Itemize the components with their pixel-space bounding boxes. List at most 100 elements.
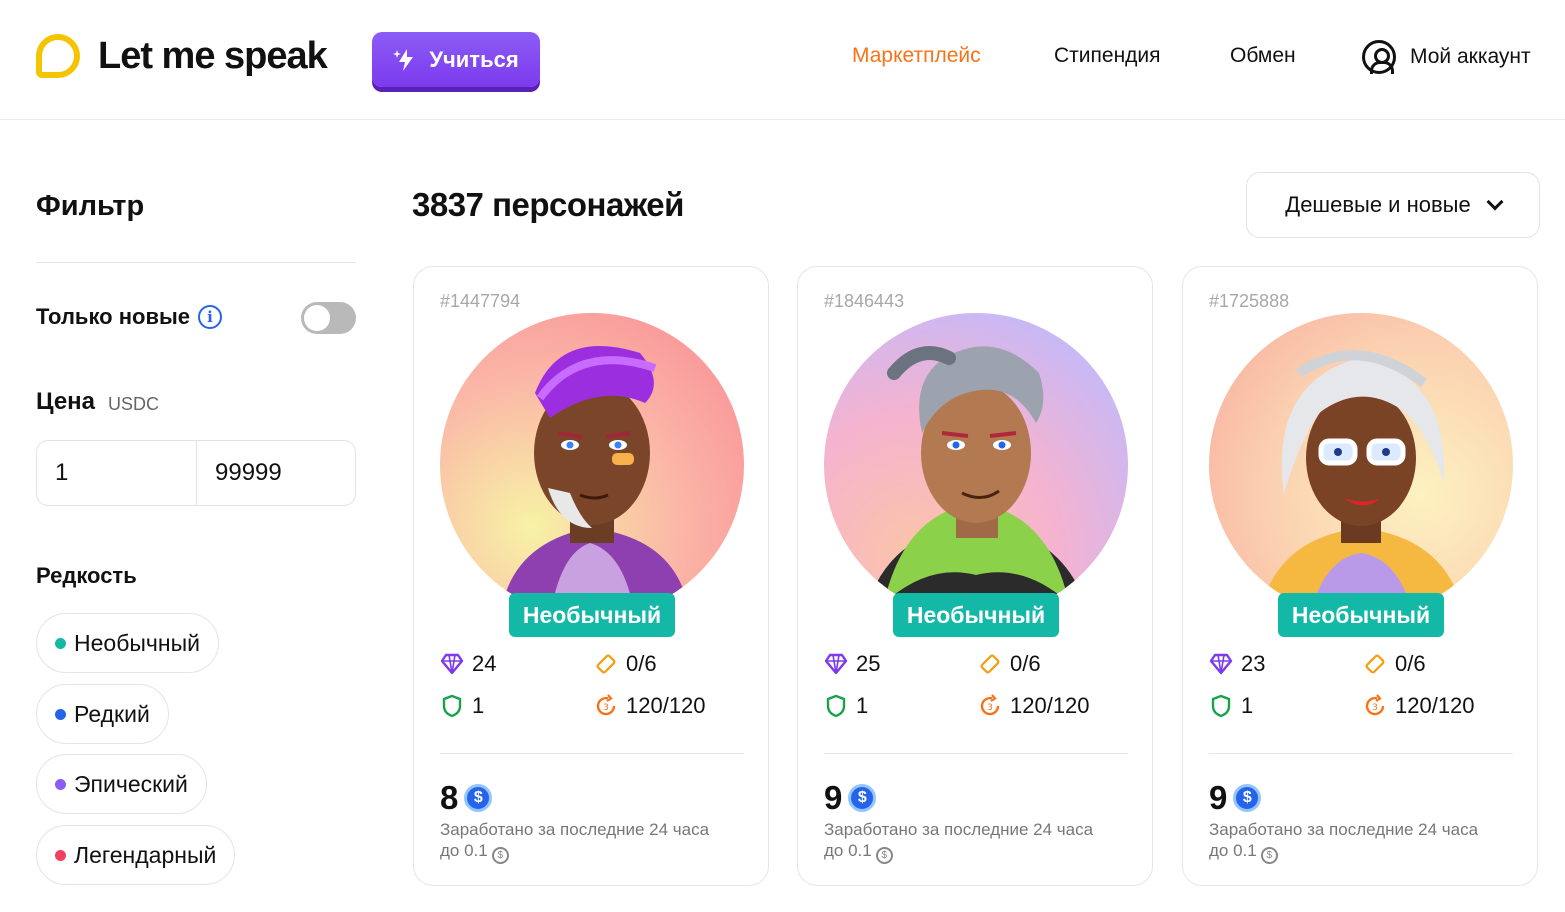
account-menu[interactable]: Мой аккаунт: [1362, 40, 1531, 74]
logo[interactable]: Let me speak: [36, 34, 328, 78]
rarity-label: Редкость: [36, 563, 137, 588]
top-header: Let me speak Учиться Маркетплейс Стипенд…: [0, 0, 1565, 120]
price-label: Цена: [36, 388, 96, 415]
energy-refresh-icon: 3: [596, 694, 616, 716]
gems-value: 24: [472, 651, 497, 676]
logo-text: Let me speak: [98, 34, 328, 77]
svg-text:3: 3: [987, 703, 993, 713]
earned-info: Заработано за последние 24 часа до 0.1 $: [824, 819, 1134, 864]
gem-icon: [440, 653, 464, 675]
learn-button[interactable]: Учиться: [372, 32, 540, 87]
rarity-dot: [55, 708, 66, 720]
energy-stat: 3 120/120: [1363, 693, 1475, 719]
character-card[interactable]: #1447794 Необычный 24 0/6 1 3 120/120 8 …: [413, 266, 769, 886]
price-row: 9 $: [824, 779, 877, 817]
price-value: 8: [440, 779, 459, 816]
gems-stat: 24: [440, 651, 496, 677]
earned-amount: до 0.1: [824, 841, 872, 860]
ticket-icon: [1365, 654, 1385, 674]
earned-amount: до 0.1: [1209, 841, 1257, 860]
results-count-title: 3837 персонажей: [412, 186, 684, 223]
tickets-stat: 0/6: [978, 651, 1041, 677]
rarity-chip-uncommon[interactable]: Необычный: [36, 613, 219, 673]
divider: [36, 262, 356, 263]
character-card[interactable]: #1725888 Необычный 23 0/6 1 3 120/120 9 …: [1182, 266, 1538, 886]
coin-icon: $: [1260, 847, 1278, 864]
only-new-toggle[interactable]: [301, 302, 356, 334]
usdc-coin-icon: $: [1233, 784, 1262, 812]
character-id: #1447794: [440, 291, 521, 311]
only-new-row: Только новые i: [36, 304, 222, 330]
energy-value: 120/120: [1395, 693, 1475, 718]
shields-stat: 1: [1209, 693, 1253, 719]
rarity-badge: Необычный: [893, 593, 1059, 637]
divider: [1209, 753, 1513, 754]
divider: [440, 753, 744, 754]
shields-value: 1: [1241, 693, 1254, 718]
price-unit: USDC: [108, 394, 160, 414]
price-row: 9 $: [1209, 779, 1262, 817]
chevron-down-icon: [1486, 193, 1504, 211]
tickets-value: 0/6: [1395, 651, 1426, 676]
ticket-icon: [596, 654, 616, 674]
price-row: 8 $: [440, 779, 493, 817]
energy-value: 120/120: [1010, 693, 1090, 718]
gem-icon: [1209, 653, 1233, 675]
earned-line: Заработано за последние 24 часа: [1209, 820, 1479, 839]
svg-text:3: 3: [603, 703, 609, 713]
price-value: 9: [1209, 779, 1228, 816]
rarity-dot: [55, 778, 66, 790]
rarity-dot: [55, 849, 66, 861]
price-min-input[interactable]: [37, 441, 196, 505]
character-avatar: [440, 313, 744, 617]
energy-refresh-icon: 3: [1365, 694, 1385, 716]
nav-scholarship[interactable]: Стипендия: [1054, 44, 1161, 68]
shield-icon: [442, 694, 462, 718]
shield-icon: [1211, 694, 1231, 718]
learn-button-label: Учиться: [429, 46, 519, 72]
earned-amount: до 0.1: [440, 841, 488, 860]
sort-dropdown[interactable]: Дешевые и новые: [1246, 172, 1540, 238]
filter-title: Фильтр: [36, 190, 145, 222]
rarity-chip-label: Эпический: [74, 770, 188, 797]
rarity-chip-label: Редкий: [74, 700, 150, 727]
energy-stat: 3 120/120: [978, 693, 1090, 719]
energy-refresh-icon: 3: [980, 694, 1000, 716]
rarity-chip-rare[interactable]: Редкий: [36, 684, 169, 744]
character-avatar: [824, 313, 1128, 617]
tickets-stat: 0/6: [594, 651, 657, 677]
rarity-badge: Необычный: [509, 593, 675, 637]
character-id: #1725888: [1209, 291, 1290, 311]
divider: [824, 753, 1128, 754]
character-id: #1846443: [824, 291, 905, 311]
usdc-coin-icon: $: [848, 784, 877, 812]
earned-info: Заработано за последние 24 часа до 0.1 $: [1209, 819, 1519, 864]
gems-stat: 25: [824, 651, 880, 677]
character-card[interactable]: #1846443 Необычный 25 0/6 1 3 120/120 9 …: [797, 266, 1153, 886]
price-value: 9: [824, 779, 843, 816]
nav-exchange[interactable]: Обмен: [1230, 44, 1296, 68]
gems-stat: 23: [1209, 651, 1265, 677]
shield-icon: [826, 694, 846, 718]
ticket-icon: [980, 654, 1000, 674]
nav-marketplace[interactable]: Маркетплейс: [852, 44, 981, 68]
svg-text:3: 3: [1372, 703, 1378, 713]
gems-value: 25: [856, 651, 881, 676]
character-avatar: [1209, 313, 1513, 617]
earned-line: Заработано за последние 24 часа: [824, 820, 1094, 839]
user-icon: [1362, 40, 1396, 74]
only-new-label: Только новые: [36, 304, 190, 329]
price-max-input[interactable]: [196, 441, 355, 505]
shields-stat: 1: [824, 693, 868, 719]
rarity-badge: Необычный: [1278, 593, 1444, 637]
rarity-chip-legendary[interactable]: Легендарный: [36, 825, 236, 885]
tickets-value: 0/6: [626, 651, 657, 676]
gem-icon: [824, 653, 848, 675]
rarity-chip-label: Необычный: [74, 629, 200, 656]
sort-label: Дешевые и новые: [1285, 192, 1471, 217]
coin-icon: $: [491, 847, 509, 864]
rarity-chip-epic[interactable]: Эпический: [36, 754, 207, 814]
rarity-chip-label: Легендарный: [74, 841, 217, 868]
info-icon[interactable]: i: [198, 305, 222, 329]
tickets-stat: 0/6: [1363, 651, 1426, 677]
